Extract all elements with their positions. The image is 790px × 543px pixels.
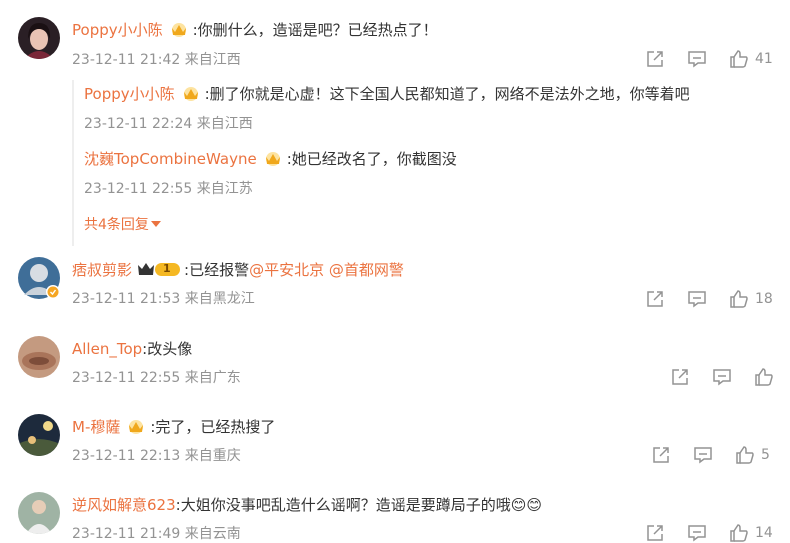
like-icon[interactable] <box>729 49 749 69</box>
reply-meta: 23-12-11 22:24 来自江西 <box>84 116 253 132</box>
comment-line: Poppy小小陈 :你删什么，造谣是吧？已经热点了！ <box>72 20 438 40</box>
reply-text: :她已经改名了，你截图没 <box>286 150 457 168</box>
comment-line: M-穆薩 :完了，已经热搜了 <box>72 417 275 437</box>
reply-line: Poppy小小陈 :删了你就是心虚！这下全国人民都知道了，网络不是法外之地，你等着… <box>84 84 690 104</box>
comment-meta: 23-12-11 21:42 来自江西 <box>72 52 241 68</box>
vip-crown-icon <box>124 417 148 435</box>
more-replies-label: 共4条回复 <box>84 217 149 233</box>
vip-level: 1 <box>163 262 171 275</box>
comment-text: :已经报警 <box>184 261 250 279</box>
comment-actions: 14 <box>645 523 773 543</box>
comment-meta: 23-12-11 22:13 来自重庆 <box>72 448 241 464</box>
vip-crown-icon <box>167 20 191 38</box>
comment-icon[interactable] <box>693 445 713 465</box>
username[interactable]: Allen_Top <box>72 340 142 358</box>
like-icon[interactable] <box>735 445 755 465</box>
mention-link[interactable]: @平安北京 <box>249 261 324 279</box>
like-count: 5 <box>761 447 770 463</box>
vip-level-badge: 1 <box>136 260 182 278</box>
username[interactable]: Poppy小小陈 <box>72 21 163 39</box>
like-icon[interactable] <box>754 367 774 387</box>
comment-actions: 41 <box>645 49 773 69</box>
avatar[interactable] <box>18 257 60 299</box>
comment-text: :大姐你没事吧乱造什么谣啊？造谣是要蹲局子的哦 <box>175 496 511 514</box>
avatar[interactable] <box>18 492 60 534</box>
comment-text: :完了，已经热搜了 <box>150 418 276 436</box>
share-icon[interactable] <box>645 289 665 309</box>
avatar[interactable] <box>18 414 60 456</box>
comment-icon[interactable] <box>687 523 707 543</box>
chevron-down-icon <box>150 220 161 228</box>
reply-username[interactable]: Poppy小小陈 <box>84 85 175 103</box>
avatar[interactable] <box>18 17 60 59</box>
like-icon[interactable] <box>729 523 749 543</box>
verified-icon <box>47 286 59 298</box>
mention-link[interactable]: @首都网警 <box>329 261 404 279</box>
comment-line: Allen_Top:改头像 <box>72 339 192 359</box>
like-count: 41 <box>755 51 773 67</box>
avatar[interactable] <box>18 336 60 378</box>
reply-text: :删了你就是心虚！这下全国人民都知道了，网络不是法外之地，你等着吧 <box>204 85 690 103</box>
comment-line: 逆风如解意623:大姐你没事吧乱造什么谣啊？造谣是要蹲局子的哦😊😊 <box>72 495 542 515</box>
comment-text: :你删什么，造谣是吧？已经热点了！ <box>192 21 438 39</box>
reply-line: 沈巍TopCombineWayne :她已经改名了，你截图没 <box>84 149 457 169</box>
share-icon[interactable] <box>670 367 690 387</box>
share-icon[interactable] <box>645 523 665 543</box>
vip-crown-icon <box>179 84 203 102</box>
comment-icon[interactable] <box>687 289 707 309</box>
username[interactable]: 逆风如解意623 <box>72 496 176 514</box>
smile-emoji: 😊😊 <box>510 496 542 514</box>
comment-meta: 23-12-11 21:49 来自云南 <box>72 526 241 542</box>
like-count: 18 <box>755 291 773 307</box>
more-replies-link[interactable]: 共4条回复 <box>84 214 161 234</box>
share-icon[interactable] <box>645 49 665 69</box>
reply-username[interactable]: 沈巍TopCombineWayne <box>84 150 257 168</box>
comment-actions: 18 <box>645 289 773 309</box>
comment-actions: 5 <box>651 445 770 465</box>
comment-text: :改头像 <box>142 340 193 358</box>
comment-icon[interactable] <box>712 367 732 387</box>
like-count: 14 <box>755 525 773 541</box>
comment-meta: 23-12-11 22:55 来自广东 <box>72 370 241 386</box>
like-icon[interactable] <box>729 289 749 309</box>
comment-line: 痞叔剪影 1 :已经报警@平安北京 @首都网警 <box>72 260 404 280</box>
reply-meta: 23-12-11 22:55 来自江苏 <box>84 181 253 197</box>
username[interactable]: 痞叔剪影 <box>72 261 132 279</box>
vip-crown-icon <box>261 149 285 167</box>
comment-meta: 23-12-11 21:53 来自黑龙江 <box>72 291 255 307</box>
share-icon[interactable] <box>651 445 671 465</box>
username[interactable]: M-穆薩 <box>72 418 120 436</box>
comment-icon[interactable] <box>687 49 707 69</box>
comment-actions <box>670 367 780 387</box>
